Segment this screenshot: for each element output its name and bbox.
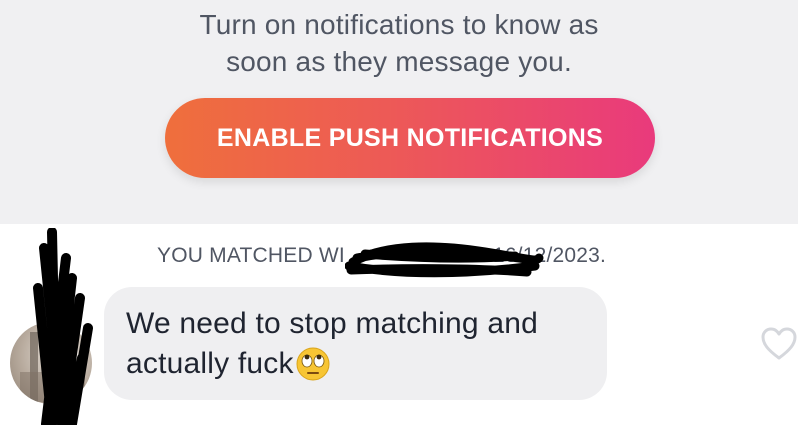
message-content: We need to stop matching and actually fu… [126,304,596,384]
enable-push-notifications-button[interactable]: ENABLE PUSH NOTIFICATIONS [165,98,655,178]
message-text: We need to stop matching and actually fu… [126,307,538,380]
notification-prompt-panel: Turn on notifications to know as soon as… [0,0,798,224]
notification-prompt-text: Turn on notifications to know as soon as… [0,6,798,80]
notification-prompt-line-1: Turn on notifications to know as [199,9,599,40]
redaction-scribble-left [33,228,93,425]
face-with-rolling-eyes-icon [296,347,330,381]
heart-outline-icon[interactable] [760,326,798,362]
match-info-prefix: YOU MATCHED WI [157,244,345,267]
notification-prompt-line-2: soon as they message you. [226,46,572,77]
redaction-scribble [345,242,544,278]
message-bubble[interactable]: We need to stop matching and actually fu… [104,287,607,400]
